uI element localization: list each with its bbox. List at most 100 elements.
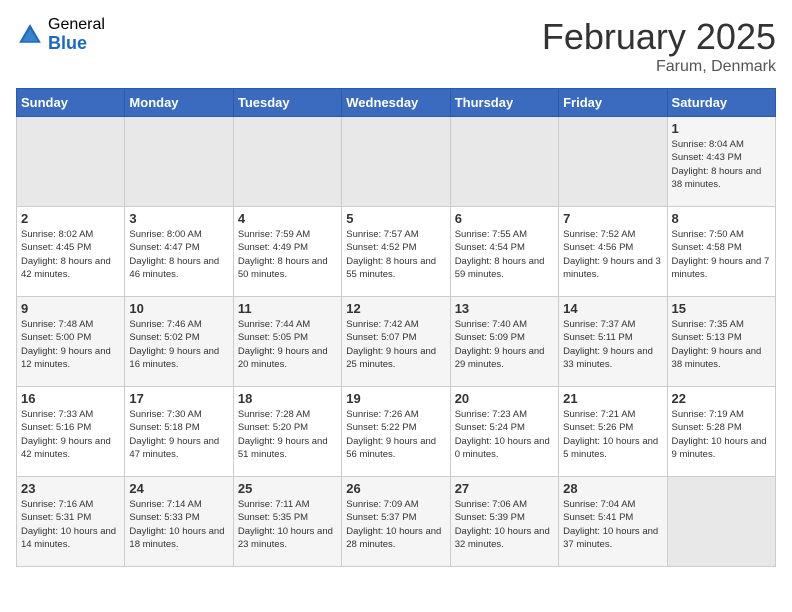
day-number: 18	[238, 391, 337, 406]
calendar-cell: 20 Sunrise: 7:23 AM Sunset: 5:24 PM Dayli…	[450, 387, 558, 477]
day-number: 4	[238, 211, 337, 226]
calendar-cell: 27 Sunrise: 7:06 AM Sunset: 5:39 PM Dayli…	[450, 477, 558, 567]
day-number: 26	[346, 481, 445, 496]
weekday-header-sunday: Sunday	[17, 89, 125, 117]
day-info: Sunrise: 8:00 AM Sunset: 4:47 PM Dayligh…	[129, 228, 228, 281]
calendar-cell: 28 Sunrise: 7:04 AM Sunset: 5:41 PM Dayli…	[559, 477, 667, 567]
day-info: Sunrise: 8:04 AM Sunset: 4:43 PM Dayligh…	[672, 138, 771, 191]
day-number: 25	[238, 481, 337, 496]
day-number: 22	[672, 391, 771, 406]
day-number: 12	[346, 301, 445, 316]
day-info: Sunrise: 7:44 AM Sunset: 5:05 PM Dayligh…	[238, 318, 337, 371]
day-info: Sunrise: 7:26 AM Sunset: 5:22 PM Dayligh…	[346, 408, 445, 461]
day-info: Sunrise: 7:06 AM Sunset: 5:39 PM Dayligh…	[455, 498, 554, 551]
day-info: Sunrise: 7:57 AM Sunset: 4:52 PM Dayligh…	[346, 228, 445, 281]
week-row-5: 23Sunrise: 7:16 AM Sunset: 5:31 PM Dayli…	[17, 477, 776, 567]
calendar-cell	[125, 117, 233, 207]
day-number: 20	[455, 391, 554, 406]
day-number: 8	[672, 211, 771, 226]
calendar-cell: 4 Sunrise: 7:59 AM Sunset: 4:49 PM Daylig…	[233, 207, 341, 297]
day-number: 5	[346, 211, 445, 226]
calendar-cell: 8 Sunrise: 7:50 AM Sunset: 4:58 PM Daylig…	[667, 207, 775, 297]
day-info: Sunrise: 7:14 AM Sunset: 5:33 PM Dayligh…	[129, 498, 228, 551]
week-row-3: 9 Sunrise: 7:48 AM Sunset: 5:00 PM Daylig…	[17, 297, 776, 387]
day-info: Sunrise: 7:37 AM Sunset: 5:11 PM Dayligh…	[563, 318, 662, 371]
logo-icon	[16, 21, 44, 49]
calendar-cell: 9 Sunrise: 7:48 AM Sunset: 5:00 PM Daylig…	[17, 297, 125, 387]
day-number: 3	[129, 211, 228, 226]
calendar-cell: 2 Sunrise: 8:02 AM Sunset: 4:45 PM Daylig…	[17, 207, 125, 297]
calendar-cell: 18 Sunrise: 7:28 AM Sunset: 5:20 PM Dayli…	[233, 387, 341, 477]
calendar-cell: 10 Sunrise: 7:46 AM Sunset: 5:02 PM Dayli…	[125, 297, 233, 387]
title-block: February 2025 Farum, Denmark	[542, 16, 776, 76]
calendar-cell: 16 Sunrise: 7:33 AM Sunset: 5:16 PM Dayli…	[17, 387, 125, 477]
day-number: 15	[672, 301, 771, 316]
day-info: Sunrise: 8:02 AM Sunset: 4:45 PM Dayligh…	[21, 228, 120, 281]
calendar-cell: 1 Sunrise: 8:04 AM Sunset: 4:43 PM Daylig…	[667, 117, 775, 207]
calendar-subtitle: Farum, Denmark	[542, 58, 776, 76]
day-info: Sunrise: 7:28 AM Sunset: 5:20 PM Dayligh…	[238, 408, 337, 461]
calendar-cell	[667, 477, 775, 567]
logo: General Blue	[16, 16, 105, 53]
day-info: Sunrise: 7:40 AM Sunset: 5:09 PM Dayligh…	[455, 318, 554, 371]
day-info: Sunrise: 7:35 AM Sunset: 5:13 PM Dayligh…	[672, 318, 771, 371]
calendar-cell: 23Sunrise: 7:16 AM Sunset: 5:31 PM Dayli…	[17, 477, 125, 567]
calendar-cell	[17, 117, 125, 207]
calendar-cell	[559, 117, 667, 207]
calendar-title: February 2025	[542, 16, 776, 58]
week-row-4: 16 Sunrise: 7:33 AM Sunset: 5:16 PM Dayli…	[17, 387, 776, 477]
weekday-header-saturday: Saturday	[667, 89, 775, 117]
day-number: 7	[563, 211, 662, 226]
day-number: 6	[455, 211, 554, 226]
day-number: 13	[455, 301, 554, 316]
day-number: 28	[563, 481, 662, 496]
day-number: 24	[129, 481, 228, 496]
week-row-2: 2 Sunrise: 8:02 AM Sunset: 4:45 PM Daylig…	[17, 207, 776, 297]
page-header: General Blue February 2025 Farum, Denmar…	[16, 16, 776, 76]
day-number: 16	[21, 391, 120, 406]
day-info: Sunrise: 7:30 AM Sunset: 5:18 PM Dayligh…	[129, 408, 228, 461]
weekday-header-thursday: Thursday	[450, 89, 558, 117]
calendar-cell: 7 Sunrise: 7:52 AM Sunset: 4:56 PM Daylig…	[559, 207, 667, 297]
day-number: 2	[21, 211, 120, 226]
calendar-cell	[450, 117, 558, 207]
weekday-header-tuesday: Tuesday	[233, 89, 341, 117]
day-info: Sunrise: 7:50 AM Sunset: 4:58 PM Dayligh…	[672, 228, 771, 281]
calendar-table: SundayMondayTuesdayWednesdayThursdayFrid…	[16, 88, 776, 567]
day-info: Sunrise: 7:11 AM Sunset: 5:35 PM Dayligh…	[238, 498, 337, 551]
day-number: 14	[563, 301, 662, 316]
day-number: 23	[21, 481, 120, 496]
calendar-cell: 3 Sunrise: 8:00 AM Sunset: 4:47 PM Daylig…	[125, 207, 233, 297]
calendar-cell: 17 Sunrise: 7:30 AM Sunset: 5:18 PM Dayli…	[125, 387, 233, 477]
day-info: Sunrise: 7:21 AM Sunset: 5:26 PM Dayligh…	[563, 408, 662, 461]
day-info: Sunrise: 7:33 AM Sunset: 5:16 PM Dayligh…	[21, 408, 120, 461]
day-info: Sunrise: 7:09 AM Sunset: 5:37 PM Dayligh…	[346, 498, 445, 551]
day-info: Sunrise: 7:48 AM Sunset: 5:00 PM Dayligh…	[21, 318, 120, 371]
day-info: Sunrise: 7:46 AM Sunset: 5:02 PM Dayligh…	[129, 318, 228, 371]
day-info: Sunrise: 7:52 AM Sunset: 4:56 PM Dayligh…	[563, 228, 662, 281]
weekday-header-row: SundayMondayTuesdayWednesdayThursdayFrid…	[17, 89, 776, 117]
day-info: Sunrise: 7:59 AM Sunset: 4:49 PM Dayligh…	[238, 228, 337, 281]
calendar-cell	[233, 117, 341, 207]
logo-blue: Blue	[48, 34, 105, 54]
day-number: 27	[455, 481, 554, 496]
day-number: 17	[129, 391, 228, 406]
calendar-cell: 6 Sunrise: 7:55 AM Sunset: 4:54 PM Daylig…	[450, 207, 558, 297]
day-number: 10	[129, 301, 228, 316]
day-number: 1	[672, 121, 771, 136]
day-info: Sunrise: 7:19 AM Sunset: 5:28 PM Dayligh…	[672, 408, 771, 461]
week-row-1: 1 Sunrise: 8:04 AM Sunset: 4:43 PM Daylig…	[17, 117, 776, 207]
calendar-cell: 13 Sunrise: 7:40 AM Sunset: 5:09 PM Dayli…	[450, 297, 558, 387]
calendar-cell: 14 Sunrise: 7:37 AM Sunset: 5:11 PM Dayli…	[559, 297, 667, 387]
weekday-header-wednesday: Wednesday	[342, 89, 450, 117]
calendar-cell: 26 Sunrise: 7:09 AM Sunset: 5:37 PM Dayli…	[342, 477, 450, 567]
day-info: Sunrise: 7:04 AM Sunset: 5:41 PM Dayligh…	[563, 498, 662, 551]
calendar-cell: 19Sunrise: 7:26 AM Sunset: 5:22 PM Dayli…	[342, 387, 450, 477]
calendar-cell: 11Sunrise: 7:44 AM Sunset: 5:05 PM Dayli…	[233, 297, 341, 387]
day-info: Sunrise: 7:23 AM Sunset: 5:24 PM Dayligh…	[455, 408, 554, 461]
day-number: 21	[563, 391, 662, 406]
day-number: 9	[21, 301, 120, 316]
logo-text: General Blue	[48, 16, 105, 53]
calendar-cell	[342, 117, 450, 207]
day-info: Sunrise: 7:55 AM Sunset: 4:54 PM Dayligh…	[455, 228, 554, 281]
